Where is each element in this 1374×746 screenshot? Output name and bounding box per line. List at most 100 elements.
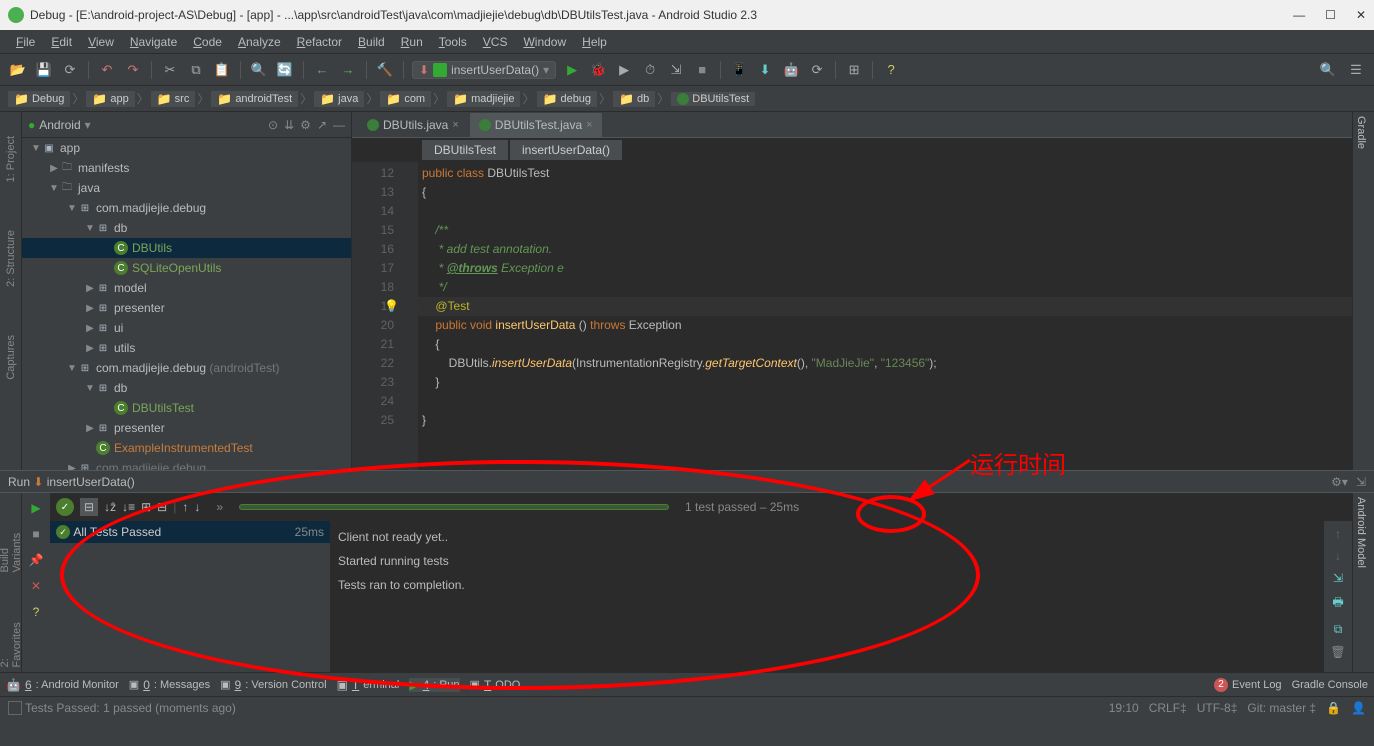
menu-code[interactable]: Code	[187, 33, 228, 51]
breadcrumb-item[interactable]: 📁 app	[86, 91, 134, 107]
settings-icon[interactable]: ⚙	[300, 118, 311, 132]
tree-item[interactable]: ▶⊞utils	[22, 338, 351, 358]
fold-column[interactable]	[402, 162, 418, 470]
tree-item[interactable]: ▼⊞com.madjiejie.debug	[22, 198, 351, 218]
breadcrumb-item[interactable]: 📁 debug	[537, 91, 598, 107]
breadcrumb-item[interactable]: 📁 java	[314, 91, 364, 107]
debug-icon[interactable]: 🐞	[588, 60, 608, 80]
replace-icon[interactable]: 🔄	[275, 60, 295, 80]
maximize-button[interactable]: ☐	[1325, 8, 1336, 22]
tree-item[interactable]: ▶⊞model	[22, 278, 351, 298]
menu-build[interactable]: Build	[352, 33, 391, 51]
tool-tab-gradle[interactable]: Gradle	[1353, 112, 1369, 153]
expand-icon[interactable]: ⊞	[141, 500, 151, 514]
console-output[interactable]: Client not ready yet..Started running te…	[330, 521, 1324, 672]
save-icon[interactable]: 💾	[34, 60, 54, 80]
avd-icon[interactable]: 📱	[729, 60, 749, 80]
minimize-panel-icon[interactable]: —	[333, 118, 345, 132]
menu-edit[interactable]: Edit	[45, 33, 78, 51]
project-view-selector[interactable]: Android	[39, 118, 80, 132]
bottom-tab-0-messages[interactable]: ▣ 0: Messages	[129, 678, 210, 692]
copy-icon[interactable]: ⧉	[186, 60, 206, 80]
editor-crumb[interactable]: insertUserData()	[510, 140, 622, 160]
menu-run[interactable]: Run	[395, 33, 429, 51]
ddms-icon[interactable]: 🤖	[781, 60, 801, 80]
pin-icon[interactable]: ⇲	[1356, 475, 1366, 489]
tree-item[interactable]: ▼🗀java	[22, 178, 351, 198]
project-tree[interactable]: ▼▣app▶🗀manifests▼🗀java▼⊞com.madjiejie.de…	[22, 138, 351, 470]
inspect-icon[interactable]: 👤	[1351, 701, 1366, 715]
wrap-icon[interactable]: ⇲	[1333, 571, 1343, 585]
cut-icon[interactable]: ✂	[160, 60, 180, 80]
tool-tab-2-favorites[interactable]: 2: Favorites	[0, 616, 25, 672]
profile-icon[interactable]: ⏱	[640, 60, 660, 80]
tree-item[interactable]: CDBUtils	[22, 238, 351, 258]
find-icon[interactable]: 🔍	[249, 60, 269, 80]
tree-item[interactable]: CDBUtilsTest	[22, 398, 351, 418]
test-result-row[interactable]: ✓ All Tests Passed 25ms	[50, 521, 330, 543]
menu-refactor[interactable]: Refactor	[291, 33, 348, 51]
hide-icon[interactable]: ↗	[317, 118, 327, 132]
help-icon[interactable]: ?	[881, 60, 901, 80]
tree-item[interactable]: ▶⊞presenter	[22, 298, 351, 318]
sdk-icon[interactable]: ⬇	[755, 60, 775, 80]
menu-file[interactable]: File	[10, 33, 41, 51]
sync-icon[interactable]: ⟳	[60, 60, 80, 80]
breadcrumb-item[interactable]: DBUtilsTest	[671, 92, 755, 106]
tree-item[interactable]: ▶⊞ui	[22, 318, 351, 338]
editor-tab[interactable]: DBUtils.java×	[358, 113, 468, 137]
attach-icon[interactable]: ⇲	[666, 60, 686, 80]
print-icon[interactable]: 🖶	[1332, 593, 1343, 614]
stop-icon[interactable]: ■	[692, 60, 712, 80]
tool-tab-2-structure[interactable]: 2: Structure	[3, 226, 19, 291]
next-icon[interactable]: ↓	[194, 500, 200, 514]
git-branch[interactable]: Git: master ‡	[1247, 701, 1316, 715]
close-button[interactable]: ✕	[1356, 8, 1366, 22]
bottom-tab-6-android-monitor[interactable]: 🤖 6: Android Monitor	[6, 678, 119, 692]
tree-item[interactable]: ▼⊞com.madjiejie.debug (androidTest)	[22, 358, 351, 378]
tool-tab-build-variants[interactable]: Build Variants	[0, 513, 25, 576]
structure-icon[interactable]: ⊞	[844, 60, 864, 80]
breadcrumb-item[interactable]: 📁 madjiejie	[447, 91, 520, 107]
menu-vcs[interactable]: VCS	[477, 33, 514, 51]
sort-icon[interactable]: ↓ẑ	[104, 500, 116, 514]
lock-icon[interactable]: 🔒	[1326, 701, 1341, 715]
export-icon[interactable]: ⧉	[1334, 622, 1343, 637]
bottom-tab-gradle-console[interactable]: Gradle Console	[1292, 678, 1368, 692]
menu-tools[interactable]: Tools	[433, 33, 473, 51]
collapse-all-icon[interactable]: ⊟	[157, 500, 167, 514]
back-icon[interactable]: ←	[312, 60, 332, 80]
bottom-tab-todo[interactable]: ▣ TODO	[470, 678, 521, 692]
sort2-icon[interactable]: ↓≡	[122, 500, 135, 514]
prev-icon[interactable]: ↑	[182, 500, 188, 514]
tree-item[interactable]: ▼⊞db	[22, 218, 351, 238]
pin-run-icon[interactable]: 📌	[27, 551, 45, 569]
scroll-from-source-icon[interactable]: ⊙	[268, 118, 278, 132]
bottom-tab-event-log[interactable]: 2 Event Log	[1214, 678, 1282, 692]
bottom-tab-terminal[interactable]: ▣ Terminal	[337, 678, 400, 692]
tree-item[interactable]: ▼▣app	[22, 138, 351, 158]
gear-icon[interactable]: ⚙▾	[1331, 475, 1348, 489]
minimize-button[interactable]: —	[1293, 8, 1305, 22]
down-icon[interactable]: ↓	[1335, 549, 1341, 563]
tool-tab-captures[interactable]: Captures	[3, 331, 19, 384]
run-config-selector[interactable]: ⬇ insertUserData() ▾	[412, 61, 556, 79]
collapse-icon[interactable]: ⇊	[284, 118, 294, 132]
clear-icon[interactable]: 🗑	[1330, 645, 1345, 659]
make-icon[interactable]: 🔨	[375, 60, 395, 80]
bottom-tab-4-run[interactable]: ▶ 4: Run	[409, 678, 459, 692]
menu-window[interactable]: Window	[517, 33, 572, 51]
rerun-icon[interactable]: ▶	[27, 499, 45, 517]
tree-item[interactable]: CSQLiteOpenUtils	[22, 258, 351, 278]
menu-view[interactable]: View	[82, 33, 120, 51]
sync-gradle-icon[interactable]: ⟳	[807, 60, 827, 80]
menu-icon[interactable]: ☰	[1346, 60, 1366, 80]
breadcrumb-item[interactable]: 📁 com	[380, 91, 431, 107]
test-tree[interactable]: ✓ All Tests Passed 25ms	[50, 521, 330, 672]
editor-crumb[interactable]: DBUtilsTest	[422, 140, 508, 160]
hide-passed-icon[interactable]: ⊟	[80, 498, 98, 516]
open-icon[interactable]: 📂	[8, 60, 28, 80]
tree-item[interactable]: CExampleInstrumentedTest	[22, 438, 351, 458]
close-run-icon[interactable]: ✕	[27, 577, 45, 595]
tree-item[interactable]: ▶⊞com.madjiejie.debug	[22, 458, 351, 470]
